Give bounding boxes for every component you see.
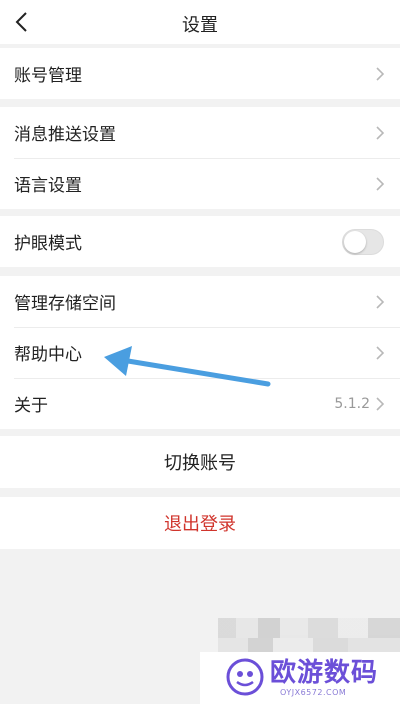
- language-settings-item[interactable]: 语言设置: [0, 158, 400, 209]
- manage-storage-label: 管理存储空间: [14, 294, 116, 314]
- help-center-label: 帮助中心: [14, 345, 82, 365]
- eye-care-mode-item: 护眼模式: [0, 216, 400, 267]
- eye-care-group: 护眼模式: [0, 216, 400, 267]
- account-management-label: 账号管理: [14, 66, 82, 86]
- about-item[interactable]: 关于 5.1.2: [0, 378, 400, 429]
- manage-storage-item[interactable]: 管理存储空间: [0, 276, 400, 327]
- watermark: 欧游数码 OYJX6572.COM: [200, 652, 400, 704]
- chevron-right-icon: [376, 125, 385, 140]
- about-label: 关于: [14, 396, 48, 416]
- help-center-item[interactable]: 帮助中心: [0, 327, 400, 378]
- notification-language-group: 消息推送设置 语言设置: [0, 107, 400, 209]
- version-number: 5.1.2: [334, 395, 370, 412]
- eye-care-toggle[interactable]: [342, 228, 384, 255]
- logout-button[interactable]: 退出登录: [0, 497, 400, 549]
- account-group: 账号管理: [0, 48, 400, 99]
- account-management-item[interactable]: 账号管理: [0, 48, 400, 99]
- chevron-right-icon: [376, 345, 385, 360]
- push-settings-item[interactable]: 消息推送设置: [0, 107, 400, 158]
- switch-account-button[interactable]: 切换账号: [0, 436, 400, 488]
- chevron-right-icon: [376, 396, 385, 411]
- logout-label: 退出登录: [164, 514, 236, 535]
- eye-care-mode-label: 护眼模式: [14, 234, 82, 254]
- watermark-logo-icon: [226, 658, 264, 696]
- watermark-url: OYJX6572.COM: [280, 688, 347, 697]
- chevron-right-icon: [376, 176, 385, 191]
- watermark-name: 欧游数码: [270, 658, 379, 688]
- top-bar: 设置: [0, 0, 400, 44]
- chevron-right-icon: [376, 294, 385, 309]
- language-settings-label: 语言设置: [14, 176, 82, 196]
- toggle-knob: [344, 230, 366, 253]
- chevron-right-icon: [376, 66, 385, 81]
- page-title: 设置: [182, 15, 218, 36]
- push-settings-label: 消息推送设置: [14, 125, 116, 145]
- switch-account-label: 切换账号: [164, 453, 236, 474]
- misc-group: 管理存储空间 帮助中心 关于 5.1.2: [0, 276, 400, 429]
